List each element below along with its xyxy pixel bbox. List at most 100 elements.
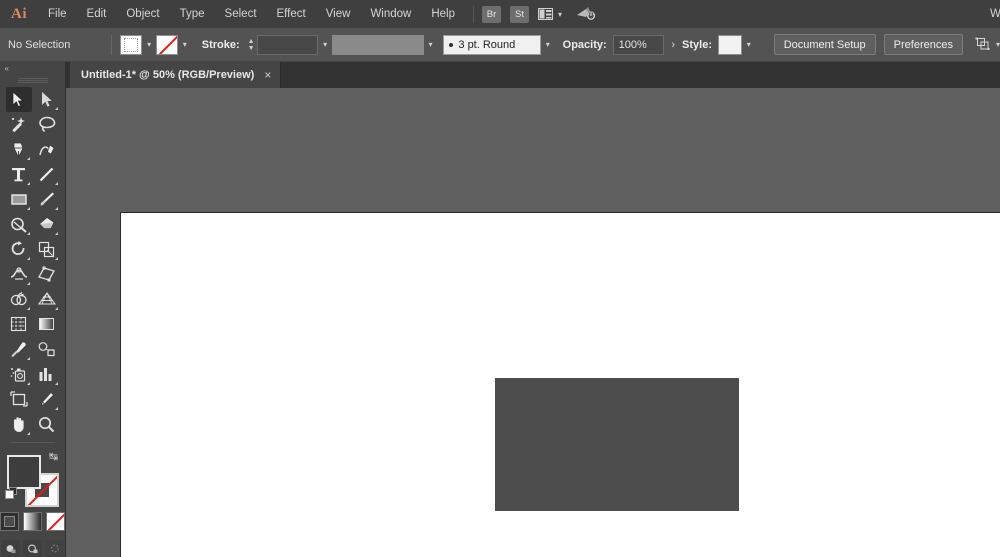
toolbar-fill-swatch[interactable] <box>6 455 41 490</box>
default-fill-stroke-icon[interactable] <box>4 487 19 501</box>
opacity-input[interactable]: 100% <box>612 34 665 55</box>
menu-view[interactable]: View <box>316 0 361 28</box>
eyedropper-tool[interactable] <box>6 337 32 362</box>
artboard-tool[interactable] <box>6 387 32 412</box>
gradient-mode-button[interactable] <box>23 512 42 531</box>
shaper-tool[interactable] <box>6 212 32 237</box>
panel-grip[interactable] <box>17 77 48 83</box>
align-chevron-down-icon[interactable]: ▾ <box>996 40 1000 49</box>
menu-type[interactable]: Type <box>170 0 215 28</box>
drawing-mode-buttons <box>1 540 64 557</box>
mesh-tool[interactable] <box>6 312 32 337</box>
type-tool[interactable] <box>6 162 32 187</box>
color-mode-button[interactable] <box>0 512 19 531</box>
width-tool[interactable] <box>6 262 32 287</box>
stock-badge-icon[interactable]: St <box>510 5 529 23</box>
bridge-badge-icon[interactable]: Br <box>482 5 501 23</box>
perspective-grid-tool[interactable] <box>34 287 60 312</box>
canvas-area[interactable] <box>66 88 1000 557</box>
gradient-tool[interactable] <box>34 312 60 337</box>
stroke-weight-input[interactable] <box>256 34 319 55</box>
eraser-tool[interactable] <box>34 212 60 237</box>
none-mode-button[interactable] <box>46 512 65 531</box>
arrange-documents-icon[interactable] <box>538 8 553 20</box>
rectangle-shape[interactable] <box>495 378 739 511</box>
selection-tool[interactable] <box>5 86 32 112</box>
stepper-down-icon[interactable]: ▼ <box>248 45 255 52</box>
document-tab-bar: Untitled-1* @ 50% (RGB/Preview) × <box>0 62 1000 88</box>
fill-swatch-inner <box>124 37 139 52</box>
collapse-panel-icon[interactable]: « <box>0 62 66 75</box>
stroke-weight-chevron-down-icon[interactable]: ▾ <box>318 35 332 55</box>
fill-stroke-controls: ↹ <box>4 451 61 508</box>
column-graph-tool[interactable] <box>34 362 60 387</box>
menu-help[interactable]: Help <box>421 0 465 28</box>
menu-edit[interactable]: Edit <box>77 0 117 28</box>
pen-tool[interactable] <box>6 137 32 162</box>
variable-width-profile-input[interactable] <box>332 34 424 55</box>
artboard[interactable] <box>120 212 1000 557</box>
brush-definition-input[interactable]: 3 pt. Round <box>443 34 541 55</box>
stroke-chevron-down-icon[interactable]: ▾ <box>178 35 192 55</box>
line-segment-tool[interactable] <box>34 162 60 187</box>
curvature-tool[interactable] <box>34 137 60 162</box>
arrange-chevron-down-icon[interactable]: ▾ <box>558 10 562 19</box>
menu-select[interactable]: Select <box>215 0 267 28</box>
lasso-tool[interactable] <box>34 112 60 137</box>
draw-normal-button[interactable] <box>1 540 20 557</box>
stroke-swatch[interactable] <box>156 34 178 55</box>
toolbar-divider <box>10 441 55 443</box>
control-divider <box>111 34 113 55</box>
fill-swatch[interactable] <box>120 34 143 55</box>
style-swatch[interactable] <box>718 34 742 55</box>
menu-file[interactable]: File <box>38 0 77 28</box>
document-tab-title: Untitled-1* @ 50% (RGB/Preview) <box>81 69 255 81</box>
opacity-more-icon[interactable]: › <box>664 39 682 51</box>
slice-tool[interactable] <box>34 387 60 412</box>
blend-tool[interactable] <box>34 337 60 362</box>
variable-width-chevron-down-icon[interactable]: ▾ <box>424 35 438 55</box>
stroke-weight-stepper[interactable]: ▲ ▼ <box>246 35 257 55</box>
illustrator-window: Ai File Edit Object Type Select Effect V… <box>0 0 1000 557</box>
stroke-label: Stroke: <box>201 38 240 51</box>
document-setup-button[interactable]: Document Setup <box>773 34 876 55</box>
menu-window[interactable]: Window <box>360 0 421 28</box>
menu-object[interactable]: Object <box>116 0 169 28</box>
styles-chevron-down-icon[interactable]: ▾ <box>742 35 756 55</box>
swap-fill-stroke-icon[interactable]: ↹ <box>47 451 61 465</box>
paintbrush-tool[interactable] <box>34 187 60 212</box>
fill-chevron-down-icon[interactable]: ▾ <box>142 35 156 55</box>
menu-bar: Ai File Edit Object Type Select Effect V… <box>0 0 1000 28</box>
brush-definition-chevron-down-icon[interactable]: ▾ <box>541 35 555 55</box>
stepper-up-icon[interactable]: ▲ <box>248 38 255 45</box>
search-adobe-stock-icon[interactable] <box>576 6 596 22</box>
hand-tool[interactable] <box>6 412 32 437</box>
ai-logo-icon: Ai <box>11 5 27 22</box>
free-transform-tool[interactable] <box>34 262 60 287</box>
draw-inside-button[interactable] <box>45 540 64 557</box>
rotate-tool[interactable] <box>6 237 32 262</box>
selection-status: No Selection <box>8 38 71 51</box>
draw-behind-button[interactable] <box>23 540 42 557</box>
default-fill-square <box>4 490 14 499</box>
menu-effect[interactable]: Effect <box>267 0 316 28</box>
symbol-sprayer-tool[interactable] <box>6 362 32 387</box>
shape-builder-tool[interactable] <box>6 287 32 312</box>
document-tab[interactable]: Untitled-1* @ 50% (RGB/Preview) × <box>70 62 282 88</box>
menu-divider <box>473 5 474 23</box>
brush-definition-label: 3 pt. Round <box>458 38 516 51</box>
window-right-clipped-label: W <box>990 8 1000 20</box>
direct-selection-tool[interactable] <box>34 87 60 112</box>
preferences-button[interactable]: Preferences <box>883 34 963 55</box>
rectangle-tool[interactable] <box>6 187 32 212</box>
brush-dot-icon <box>449 42 454 47</box>
tools-grid <box>5 86 60 437</box>
zoom-tool[interactable] <box>34 412 60 437</box>
magic-wand-tool[interactable] <box>6 112 32 137</box>
control-bar: No Selection ▾ ▾ Stroke: ▲ ▼ ▾ ▾ 3 pt. R… <box>0 28 1000 62</box>
opacity-label: Opacity: <box>562 38 607 51</box>
close-icon[interactable]: × <box>264 69 271 81</box>
align-objects-icon[interactable] <box>975 37 992 52</box>
styles-label: Style: <box>682 38 712 51</box>
scale-tool[interactable] <box>34 237 60 262</box>
